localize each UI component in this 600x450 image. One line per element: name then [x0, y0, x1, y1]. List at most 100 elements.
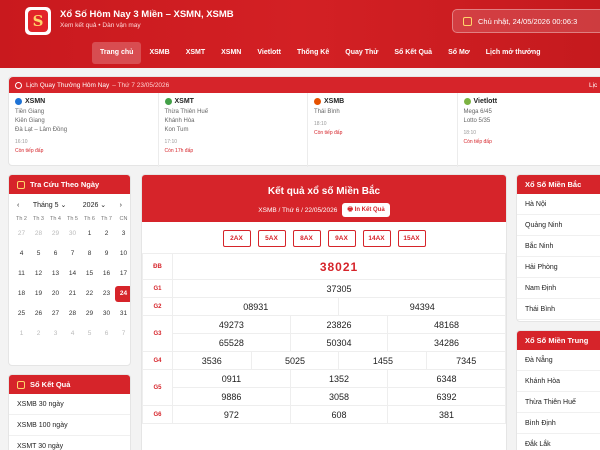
- results-subtitle-row: XSMB / Thứ 6 / 22/05/2026 🖶 In Kết Quả: [142, 203, 506, 217]
- site-title[interactable]: Xổ Số Hôm Nay 3 Miền – XSMN, XSMB: [60, 9, 234, 20]
- calendar-day[interactable]: 4: [64, 326, 81, 342]
- calendar-day[interactable]: 6: [98, 326, 115, 342]
- calendar-day[interactable]: 29: [47, 226, 64, 242]
- calendar-day[interactable]: 27: [13, 226, 30, 242]
- calendar-day[interactable]: 31: [115, 306, 130, 322]
- north-province-link[interactable]: Quảng Ninh: [517, 215, 600, 236]
- north-province-link[interactable]: Hà Nội: [517, 194, 600, 215]
- nav-item[interactable]: Lịch mở thưởng: [478, 42, 549, 64]
- calendar-day[interactable]: 23: [98, 286, 115, 302]
- nav-item[interactable]: Sổ Kết Quả: [386, 42, 440, 64]
- prev-month-button[interactable]: ‹: [17, 202, 19, 209]
- calendar-day[interactable]: 2: [30, 326, 47, 342]
- next-month-button[interactable]: ›: [120, 202, 122, 209]
- calendar-day[interactable]: 28: [30, 226, 47, 242]
- calendar-day[interactable]: 30: [64, 226, 81, 242]
- calendar-day[interactable]: 20: [47, 286, 64, 302]
- book-link[interactable]: XSMB 100 ngày: [9, 415, 130, 436]
- north-province-link[interactable]: Thái Bình: [517, 299, 600, 320]
- central-province-link[interactable]: Thừa Thiên Huế: [517, 392, 600, 413]
- mode-button[interactable]: 14AX: [362, 230, 391, 247]
- nav-item[interactable]: Sổ Mơ: [440, 42, 478, 64]
- calendar-day[interactable]: 5: [30, 246, 47, 262]
- book-link[interactable]: XSMT 30 ngày: [9, 436, 130, 450]
- schedule-province[interactable]: Khánh Hòa: [165, 117, 302, 126]
- calendar-day[interactable]: 1: [13, 326, 30, 342]
- mode-button[interactable]: 15AX: [397, 230, 426, 247]
- schedule-region[interactable]: XSMB: [314, 98, 451, 105]
- prize-number: 1455: [338, 351, 428, 370]
- mode-button[interactable]: 9AX: [327, 230, 356, 247]
- month-select[interactable]: Tháng 5 ⌄: [30, 200, 70, 210]
- central-province-link[interactable]: Bình Định: [517, 413, 600, 434]
- nav-item[interactable]: XSMN: [213, 42, 249, 64]
- schedule-header: Lịch Quay Thưởng Hôm Nay – Thứ 7 23/05/2…: [9, 77, 600, 93]
- calendar-day[interactable]: 5: [81, 326, 98, 342]
- calendar-day[interactable]: 12: [30, 266, 47, 282]
- north-province-link[interactable]: Hải Phòng: [517, 257, 600, 278]
- nav-item[interactable]: XSMB: [141, 42, 177, 64]
- calendar-day[interactable]: 29: [81, 306, 98, 322]
- year-select[interactable]: 2026 ⌄: [80, 200, 109, 210]
- schedule-region[interactable]: Vietlott: [463, 98, 600, 105]
- schedule-province[interactable]: Thái Bình: [314, 108, 451, 117]
- schedule-region[interactable]: XSMT: [164, 98, 302, 105]
- book-link[interactable]: XSMB 30 ngày: [9, 394, 130, 415]
- calendar-day[interactable]: 30: [98, 306, 115, 322]
- central-province-link[interactable]: Đà Nẵng: [517, 350, 600, 371]
- schedule-province[interactable]: Kiên Giang: [15, 117, 152, 126]
- calendar-day[interactable]: 28: [64, 306, 81, 322]
- calendar-day[interactable]: 18: [13, 286, 30, 302]
- calendar-day[interactable]: 13: [47, 266, 64, 282]
- print-results-button[interactable]: 🖶 In Kết Quả: [342, 203, 390, 217]
- schedule-province[interactable]: Mega 6/45: [464, 108, 600, 117]
- schedule-province[interactable]: Thừa Thiên Huế: [165, 108, 302, 117]
- nav-item[interactable]: Trang chủ: [92, 42, 142, 64]
- calendar-day[interactable]: 15: [81, 266, 98, 282]
- calendar-day[interactable]: 22: [81, 286, 98, 302]
- mode-button[interactable]: 2AX: [222, 230, 251, 247]
- calendar-day[interactable]: 14: [64, 266, 81, 282]
- calendar-day[interactable]: 4: [13, 246, 30, 262]
- prize-number: 65528: [172, 333, 291, 352]
- prize-label: G5: [142, 369, 173, 406]
- calendar-day[interactable]: 26: [30, 306, 47, 322]
- nav-item[interactable]: Quay Thử: [337, 42, 386, 64]
- nav-item[interactable]: Vietlott: [249, 42, 289, 64]
- calendar-day[interactable]: 27: [47, 306, 64, 322]
- calendar-day[interactable]: 21: [64, 286, 81, 302]
- results-header: Kết quả xổ số Miền Bắc XSMB / Thứ 6 / 22…: [142, 175, 506, 222]
- central-province-link[interactable]: Đắk Lắk: [517, 434, 600, 450]
- weekday-label: CN: [119, 216, 128, 222]
- nav-item[interactable]: XSMT: [178, 42, 213, 64]
- schedule-region[interactable]: XSMN: [15, 98, 152, 105]
- schedule-province[interactable]: Tiền Giang: [15, 108, 152, 117]
- calendar-day[interactable]: 7: [64, 246, 81, 262]
- schedule-province[interactable]: Lotto 5/35: [464, 117, 600, 126]
- calendar-day[interactable]: 6: [47, 246, 64, 262]
- mode-button[interactable]: 8AX: [292, 230, 321, 247]
- north-province-link[interactable]: Bắc Ninh: [517, 236, 600, 257]
- calendar-day[interactable]: 8: [81, 246, 98, 262]
- north-province-link[interactable]: Nam Định: [517, 278, 600, 299]
- calendar-day[interactable]: 7: [115, 326, 130, 342]
- calendar-day[interactable]: 17: [115, 266, 130, 282]
- central-province-link[interactable]: Khánh Hòa: [517, 371, 600, 392]
- calendar-day[interactable]: 19: [30, 286, 47, 302]
- schedule-link[interactable]: Lịc: [589, 82, 597, 89]
- calendar-day[interactable]: 9: [98, 246, 115, 262]
- schedule-province[interactable]: Đà Lạt – Lâm Đồng: [15, 126, 152, 135]
- calendar-day[interactable]: 3: [47, 326, 64, 342]
- calendar-day[interactable]: 1: [81, 226, 98, 242]
- mode-button[interactable]: 5AX: [257, 230, 286, 247]
- nav-item[interactable]: Thống Kê: [289, 42, 337, 64]
- calendar-day[interactable]: 16: [98, 266, 115, 282]
- calendar-day[interactable]: 2: [98, 226, 115, 242]
- site-logo[interactable]: S: [25, 7, 51, 35]
- schedule-province[interactable]: Kon Tum: [165, 126, 302, 135]
- calendar-day-selected[interactable]: 24: [115, 286, 130, 302]
- calendar-day[interactable]: 3: [115, 226, 130, 242]
- calendar-day[interactable]: 11: [13, 266, 30, 282]
- calendar-day[interactable]: 10: [115, 246, 130, 262]
- calendar-day[interactable]: 25: [13, 306, 30, 322]
